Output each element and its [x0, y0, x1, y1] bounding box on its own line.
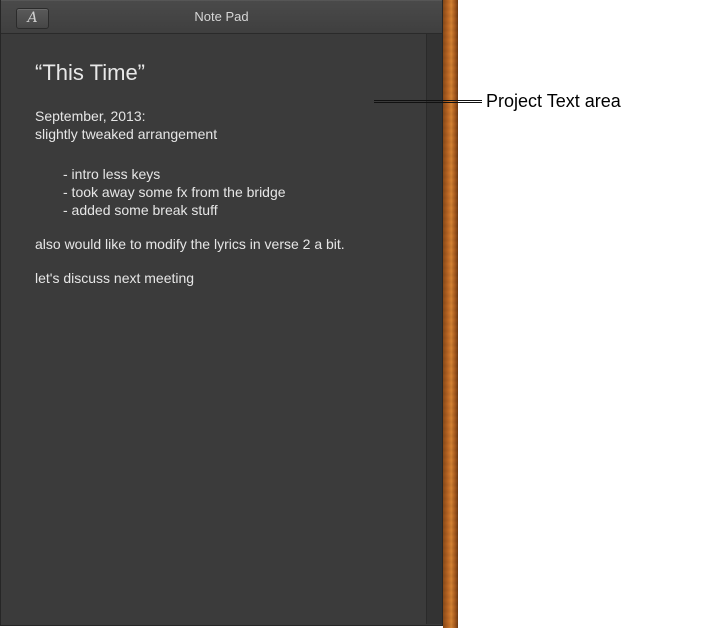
note-paragraph: also would like to modify the lyrics in …	[35, 236, 345, 252]
wood-panel-edge	[443, 0, 458, 628]
note-date: September, 2013:	[35, 108, 146, 124]
vertical-scrollbar[interactable]	[426, 34, 442, 624]
note-bullet-list: - intro less keys - took away some fx fr…	[35, 165, 426, 219]
note-pad-window: Note Pad A “This Time” September, 2013: …	[0, 0, 443, 626]
note-bullet: - took away some fx from the bridge	[63, 184, 286, 200]
note-bullet: - intro less keys	[63, 166, 161, 182]
screenshot-stage: Note Pad A “This Time” September, 2013: …	[0, 0, 712, 628]
title-bar: Note Pad A	[1, 0, 442, 34]
note-title: “This Time”	[35, 60, 145, 85]
project-text-area[interactable]: “This Time” September, 2013: slightly tw…	[1, 34, 426, 624]
font-button[interactable]: A	[16, 8, 49, 29]
callout-label: Project Text area	[486, 91, 621, 111]
note-bullet: - added some break stuff	[63, 202, 218, 218]
note-paragraph: let's discuss next meeting	[35, 270, 195, 286]
note-line: slightly tweaked arrangement	[35, 126, 218, 142]
callout-leader-line	[374, 100, 482, 103]
window-title: Note Pad	[194, 9, 249, 24]
